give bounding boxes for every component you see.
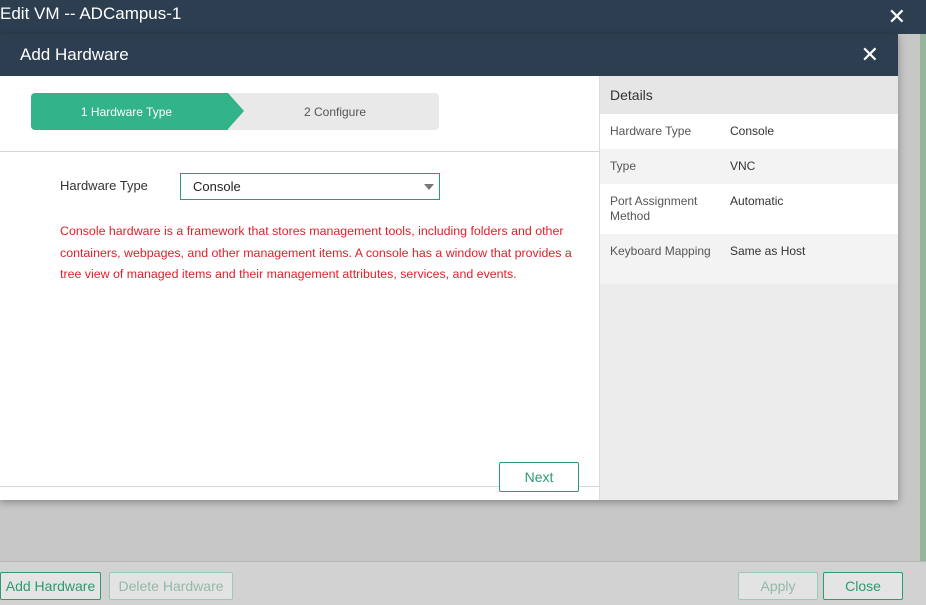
delete-hardware-button[interactable]: Delete Hardware bbox=[109, 572, 233, 600]
add-hardware-dialog: Add Hardware ✕ 2 Configure 1 Hardware Ty… bbox=[0, 34, 898, 500]
detail-key: Type bbox=[610, 159, 637, 173]
outer-window-title: Edit VM -- ADCampus-1 bbox=[0, 4, 182, 23]
detail-value: Automatic bbox=[730, 194, 784, 208]
apply-button[interactable]: Apply bbox=[738, 572, 818, 600]
detail-value: Console bbox=[730, 124, 775, 138]
detail-value: VNC bbox=[730, 159, 756, 173]
outer-scroll-strip bbox=[920, 34, 926, 572]
detail-row-hardware-type: Hardware Type Console bbox=[600, 114, 898, 149]
outer-close-icon[interactable]: ✕ bbox=[888, 4, 906, 30]
step-hardware-type[interactable]: 1 Hardware Type bbox=[31, 93, 228, 130]
step-arrow-icon bbox=[228, 93, 244, 129]
divider bbox=[0, 151, 599, 152]
close-button[interactable]: Close bbox=[823, 572, 903, 600]
dialog-close-icon[interactable]: ✕ bbox=[861, 42, 879, 68]
wizard-pane: 2 Configure 1 Hardware Type Hardware Typ… bbox=[0, 76, 600, 500]
add-hardware-button[interactable]: Add Hardware bbox=[0, 572, 101, 600]
hardware-type-value: Console bbox=[193, 179, 241, 194]
detail-row-port-assignment: Port Assignment Method Automatic bbox=[600, 184, 898, 234]
detail-row-type: Type VNC bbox=[600, 149, 898, 184]
details-pane: Details Hardware Type Console Type VNC P… bbox=[600, 76, 898, 500]
detail-key: Keyboard Mapping bbox=[610, 244, 711, 258]
dialog-header: Add Hardware ✕ bbox=[0, 34, 898, 76]
next-button[interactable]: Next bbox=[499, 462, 579, 492]
hardware-type-select[interactable]: Console bbox=[180, 173, 440, 200]
step-configure[interactable]: 2 Configure bbox=[211, 93, 439, 130]
chevron-down-icon bbox=[424, 184, 434, 190]
detail-key: Hardware Type bbox=[610, 124, 692, 138]
detail-key: Port Assignment Method bbox=[610, 194, 698, 223]
dialog-title: Add Hardware bbox=[20, 45, 129, 64]
details-title: Details bbox=[600, 76, 898, 114]
wizard-steps: 2 Configure 1 Hardware Type bbox=[31, 93, 439, 130]
detail-value: Same as Host bbox=[730, 244, 806, 258]
outer-window-footer: Add Hardware Delete Hardware Apply Close bbox=[0, 561, 926, 605]
outer-window-header: Edit VM -- ADCampus-1 ✕ bbox=[0, 0, 926, 34]
hardware-description: Console hardware is a framework that sto… bbox=[60, 224, 572, 281]
detail-row-keyboard-mapping: Keyboard Mapping Same as Host bbox=[600, 234, 898, 284]
hardware-type-label: Hardware Type bbox=[60, 178, 148, 193]
